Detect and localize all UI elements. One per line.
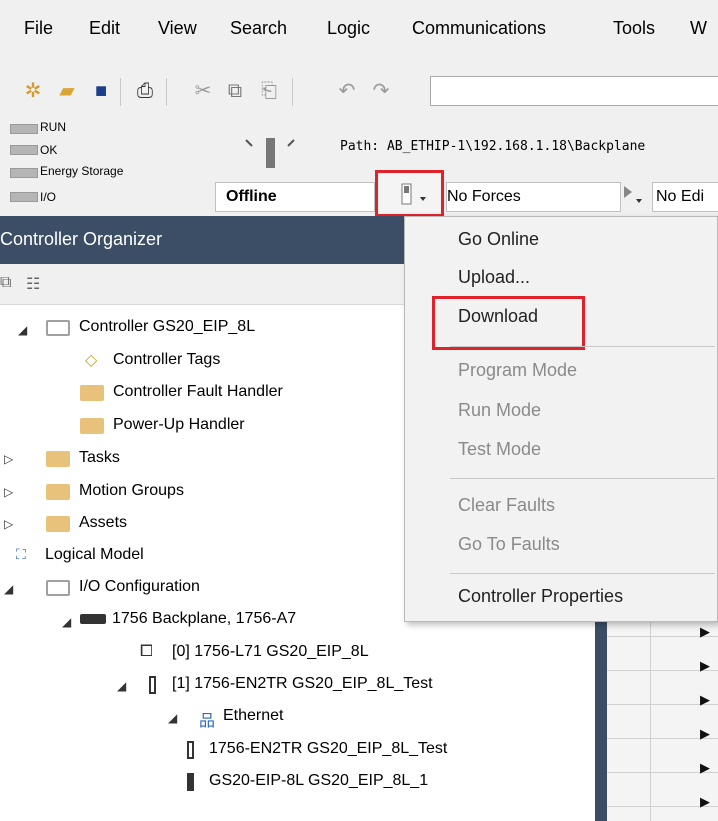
tree-collapse-icon[interactable]: ◢ <box>4 582 13 596</box>
tree-item-ethernet[interactable]: Ethernet <box>223 707 283 725</box>
menu-go-online[interactable]: Go Online <box>458 229 539 250</box>
menu-file[interactable]: File <box>24 18 53 39</box>
toolbar-search-box[interactable] <box>430 76 718 106</box>
tree-collapse-icon[interactable]: ◢ <box>117 679 126 693</box>
logical-model-icon: ⛶ <box>16 546 26 562</box>
controller-mode-text: Offline <box>226 188 277 205</box>
organizer-title: Controller Organizer <box>0 229 163 249</box>
print-icon[interactable]: ⎙ <box>132 78 158 104</box>
tree-item-controller[interactable]: Controller GS20_EIP_8L <box>79 318 255 336</box>
tree-item-fault-handler[interactable]: Controller Fault Handler <box>113 383 283 401</box>
toolbar-separator <box>120 78 121 106</box>
backplane-icon <box>80 614 106 624</box>
tree-item-tasks[interactable]: Tasks <box>79 449 120 467</box>
tree-item-en2tr-device[interactable]: 1756-EN2TR GS20_EIP_8L_Test <box>209 740 447 758</box>
new-file-icon[interactable]: ✲ <box>20 78 46 104</box>
menu-separator <box>450 478 715 479</box>
forces-status-text: No Forces <box>447 188 521 205</box>
folder-icon <box>46 516 70 532</box>
paste-icon[interactable]: ⎗ <box>256 78 282 104</box>
menu-clear-faults[interactable]: Clear Faults <box>458 495 555 516</box>
module-icon <box>187 773 194 791</box>
tree-collapse-icon[interactable]: ◢ <box>62 615 71 629</box>
tree-item-io-configuration[interactable]: I/O Configuration <box>79 578 200 596</box>
menu-separator <box>450 573 715 574</box>
tree-item-slot1[interactable]: [1] 1756-EN2TR GS20_EIP_8L_Test <box>172 675 433 693</box>
energy-storage-led-label: Energy Storage <box>40 164 124 178</box>
tree-item-motion-groups[interactable]: Motion Groups <box>79 482 184 500</box>
download-highlight <box>432 296 585 350</box>
io-folder-icon <box>46 580 70 596</box>
online-actions-menu <box>404 216 718 622</box>
row-expand-icon[interactable]: ▶ <box>700 726 710 742</box>
row-expand-icon[interactable]: ▶ <box>700 760 710 776</box>
menu-communications[interactable]: Communications <box>412 18 546 39</box>
menu-view[interactable]: View <box>158 18 197 39</box>
folder-icon <box>46 451 70 467</box>
menu-program-mode[interactable]: Program Mode <box>458 360 577 381</box>
forces-dropdown-icon[interactable] <box>620 182 650 208</box>
menu-search[interactable]: Search <box>230 18 287 39</box>
tree-expand-icon[interactable]: ▷ <box>4 452 13 466</box>
io-led <box>10 192 38 202</box>
edits-status-text: No Edi <box>656 188 705 205</box>
tree-item-gs20-device[interactable]: GS20-EIP-8L GS20_EIP_8L_1 <box>209 772 428 790</box>
menu-logic[interactable]: Logic <box>327 18 370 39</box>
module-icon <box>149 676 156 694</box>
collapse-all-icon[interactable]: ⧉ <box>0 274 11 292</box>
tree-item-controller-tags[interactable]: Controller Tags <box>113 351 220 369</box>
menu-upload[interactable]: Upload... <box>458 267 530 288</box>
io-led-label: I/O <box>40 190 57 204</box>
tree-item-logical-model[interactable]: Logical Model <box>45 546 144 564</box>
run-led <box>10 124 38 134</box>
tree-item-slot0[interactable]: [0] 1756-L71 GS20_EIP_8L <box>172 643 369 661</box>
tree-item-assets[interactable]: Assets <box>79 514 127 532</box>
ok-led-label: OK <box>40 143 58 157</box>
network-icon: 品 <box>199 713 216 730</box>
ok-led <box>10 145 38 155</box>
menu-controller-properties[interactable]: Controller Properties <box>458 586 623 607</box>
open-folder-icon[interactable]: ▰ <box>54 78 80 104</box>
row-expand-icon[interactable]: ▶ <box>700 794 710 810</box>
tree-collapse-icon[interactable]: ◢ <box>168 711 177 725</box>
folder-icon <box>80 418 104 434</box>
menu-window[interactable]: W <box>690 18 707 39</box>
tree-collapse-icon[interactable]: ◢ <box>18 323 27 337</box>
controller-module-icon: ⧠ <box>140 643 153 660</box>
expand-all-icon[interactable]: ☷ <box>26 274 40 294</box>
folder-icon <box>80 385 104 401</box>
copy-icon[interactable]: ⧉ <box>222 78 248 104</box>
tree-item-powerup-handler[interactable]: Power-Up Handler <box>113 416 245 434</box>
organizer-toolbar <box>0 264 440 305</box>
tree-expand-icon[interactable]: ▷ <box>4 485 13 499</box>
folder-icon <box>46 484 70 500</box>
keyswitch-icon <box>245 138 295 168</box>
toolbar-separator <box>292 78 293 106</box>
controller-folder-icon <box>46 320 70 336</box>
menu-run-mode[interactable]: Run Mode <box>458 400 541 421</box>
row-expand-icon[interactable]: ▶ <box>700 624 710 640</box>
menu-tools[interactable]: Tools <box>613 18 655 39</box>
cut-icon[interactable]: ✂ <box>190 78 216 104</box>
row-expand-icon[interactable]: ▶ <box>700 692 710 708</box>
tree-expand-icon[interactable]: ▷ <box>4 517 13 531</box>
undo-icon[interactable]: ↶ <box>334 78 360 104</box>
run-led-label: RUN <box>40 120 66 134</box>
tag-icon: ◇ <box>85 352 98 369</box>
row-expand-icon[interactable]: ▶ <box>700 658 710 674</box>
tree-item-backplane[interactable]: 1756 Backplane, 1756-A7 <box>112 610 296 628</box>
menu-separator <box>450 346 715 347</box>
menu-edit[interactable]: Edit <box>89 18 120 39</box>
energy-storage-led <box>10 168 38 178</box>
redo-icon[interactable]: ↷ <box>368 78 394 104</box>
menu-test-mode[interactable]: Test Mode <box>458 439 541 460</box>
module-icon <box>187 741 194 759</box>
save-icon[interactable]: ■ <box>88 78 114 104</box>
online-actions-highlight <box>375 170 444 217</box>
communication-path[interactable]: Path: AB_ETHIP-1\192.168.1.18\Backplane <box>340 139 645 154</box>
menu-go-to-faults[interactable]: Go To Faults <box>458 534 560 555</box>
toolbar-separator <box>166 78 167 106</box>
